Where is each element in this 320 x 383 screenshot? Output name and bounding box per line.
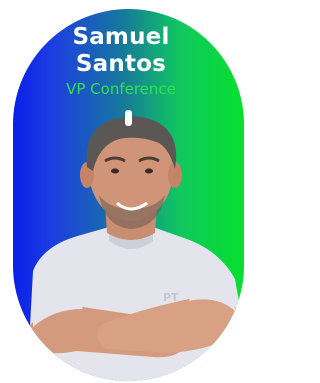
speaker-name: Samuel Santos (0, 24, 242, 78)
speaker-last-name: Santos (75, 51, 167, 77)
svg-text:PT: PT (163, 291, 179, 304)
speaker-card-page: PT Samuel Santos VP Conference (0, 0, 244, 383)
speaker-first-name: Samuel (72, 24, 170, 50)
speaker-role: VP Conference (66, 80, 176, 98)
lanyard-pin-icon (125, 110, 132, 126)
